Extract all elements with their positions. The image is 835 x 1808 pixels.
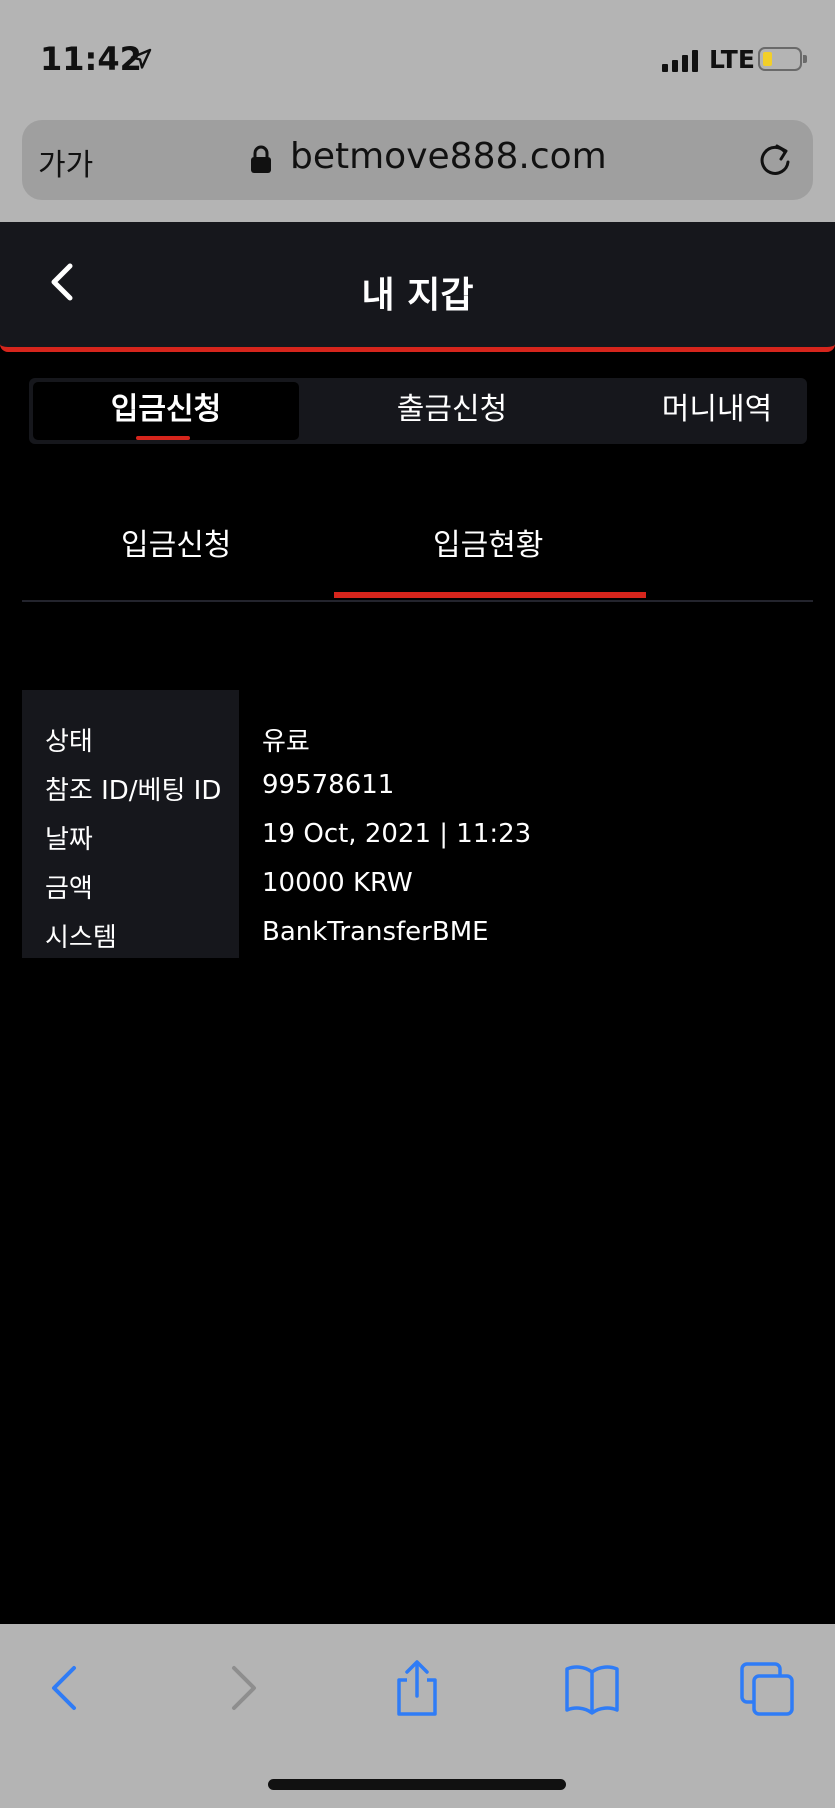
deposit-sub-tabs: 입금신청 입금현황 — [22, 480, 813, 602]
text-size-button[interactable]: 가가 — [38, 140, 93, 184]
share-icon[interactable] — [387, 1658, 447, 1718]
location-arrow-icon — [130, 48, 152, 69]
reload-icon[interactable] — [755, 140, 795, 180]
back-icon[interactable] — [36, 1658, 96, 1718]
detail-label: 상태 — [45, 727, 93, 757]
bookmarks-icon[interactable] — [562, 1658, 622, 1718]
tab-label: 입금신청 — [110, 392, 222, 427]
address-bar[interactable]: 가가 betmove888.com — [22, 120, 813, 200]
tabs-icon[interactable] — [738, 1658, 798, 1718]
page-title: 내 지갑 — [361, 275, 474, 316]
detail-row-amount: 금액 10000 KRW — [22, 860, 622, 909]
page: 11:42 LTE 가가 betmove888.com 내 지갑 입금신청 출금… — [0, 0, 835, 1808]
app-header: 내 지갑 — [0, 222, 835, 352]
subtab-deposit-request[interactable]: 입금신청 — [121, 520, 231, 564]
detail-row-status: 상태 유료 — [22, 713, 622, 762]
tab-label: 머니내역 — [661, 392, 773, 427]
detail-value: 유료 — [262, 727, 310, 757]
detail-label: 날짜 — [45, 825, 93, 855]
tab-deposit-request[interactable]: 입금신청 — [33, 382, 299, 440]
status-time: 11:42 — [40, 40, 142, 78]
detail-label: 금액 — [45, 874, 93, 904]
detail-value: 10000 KRW — [262, 868, 413, 898]
tab-withdraw-request[interactable]: 출금신청 — [319, 382, 585, 440]
lock-icon — [251, 145, 271, 173]
active-tab-indicator — [136, 436, 190, 440]
detail-value: 99578611 — [262, 770, 395, 800]
detail-label: 참조 ID/베팅 ID — [45, 776, 222, 806]
url-text[interactable]: betmove888.com — [290, 136, 607, 177]
subtab-deposit-status[interactable]: 입금현황 — [433, 520, 543, 564]
browser-top-chrome: 11:42 LTE 가가 betmove888.com — [0, 0, 835, 222]
detail-value: BankTransferBME — [262, 917, 489, 947]
home-indicator — [268, 1779, 566, 1790]
active-subtab-indicator — [334, 592, 646, 598]
detail-row-system: 시스템 BankTransferBME — [22, 909, 622, 958]
cellular-signal-icon — [662, 48, 698, 72]
forward-icon[interactable] — [212, 1658, 272, 1718]
detail-label: 시스템 — [45, 923, 117, 953]
detail-value: 19 Oct, 2021 | 11:23 — [262, 819, 532, 849]
detail-row-date: 날짜 19 Oct, 2021 | 11:23 — [22, 811, 622, 860]
battery-icon — [758, 47, 807, 71]
wallet-tabs: 입금신청 출금신청 머니내역 — [29, 378, 807, 444]
detail-row-reference-id: 참조 ID/베팅 ID 99578611 — [22, 762, 622, 811]
tab-money-history[interactable]: 머니내역 — [584, 382, 835, 440]
network-type: LTE — [709, 45, 755, 74]
tab-label: 출금신청 — [396, 392, 508, 427]
